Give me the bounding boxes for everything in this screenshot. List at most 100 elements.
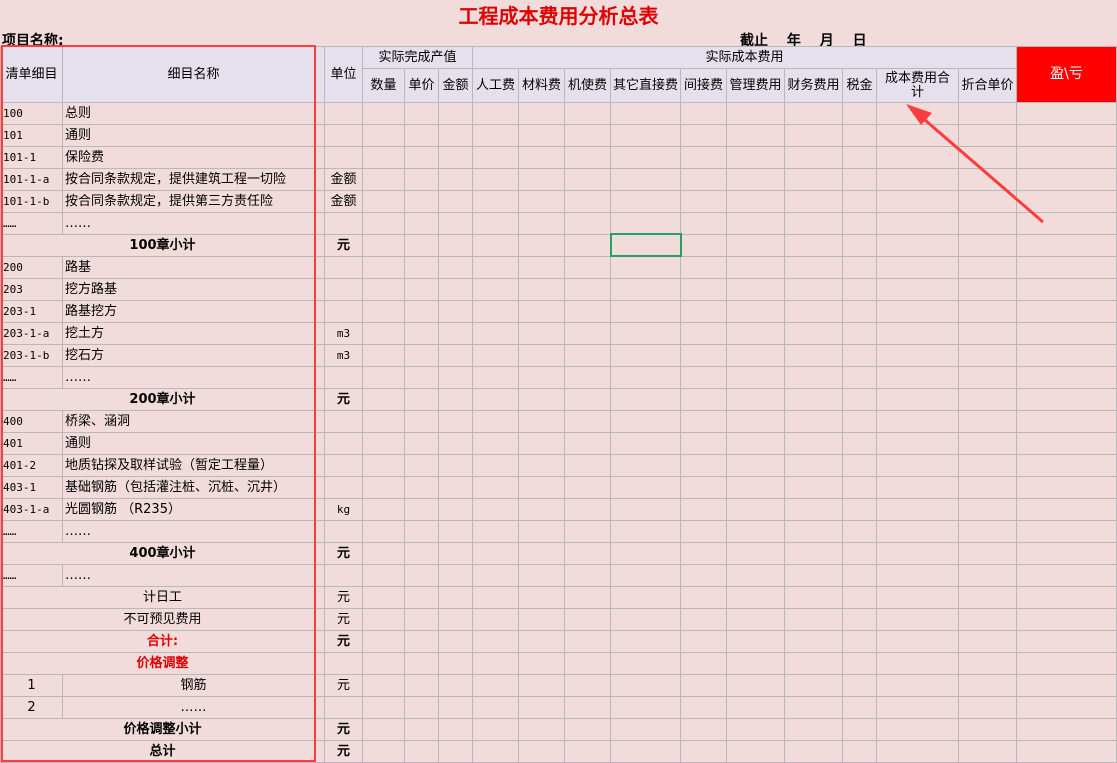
empty-cell[interactable]	[876, 322, 959, 345]
empty-cell[interactable]	[876, 520, 959, 543]
empty-cell[interactable]	[438, 718, 473, 741]
empty-cell[interactable]	[842, 586, 877, 609]
empty-cell[interactable]	[876, 564, 959, 587]
unit-cell[interactable]	[324, 454, 363, 477]
empty-cell[interactable]	[680, 476, 727, 499]
name-cell[interactable]: 基础钢筋（包括灌注桩、沉桩、沉井）	[62, 476, 325, 499]
empty-cell[interactable]	[518, 608, 565, 631]
empty-cell[interactable]	[610, 102, 681, 125]
header-sub[interactable]: 间接费	[680, 68, 727, 103]
empty-cell[interactable]	[1016, 586, 1117, 609]
empty-cell[interactable]	[680, 564, 727, 587]
empty-cell[interactable]	[564, 454, 611, 477]
empty-cell[interactable]	[842, 630, 877, 653]
empty-cell[interactable]	[518, 586, 565, 609]
empty-cell[interactable]	[726, 124, 785, 147]
empty-cell[interactable]	[472, 124, 519, 147]
empty-cell[interactable]	[362, 542, 405, 565]
empty-cell[interactable]	[784, 674, 843, 697]
empty-cell[interactable]	[958, 454, 1017, 477]
empty-cell[interactable]	[472, 432, 519, 455]
empty-cell[interactable]	[404, 410, 439, 433]
empty-cell[interactable]	[726, 454, 785, 477]
empty-cell[interactable]	[438, 168, 473, 191]
code-cell[interactable]: ……	[0, 366, 63, 389]
empty-cell[interactable]	[564, 674, 611, 697]
unit-cell[interactable]	[324, 366, 363, 389]
empty-cell[interactable]	[362, 652, 405, 675]
empty-cell[interactable]	[726, 278, 785, 301]
empty-cell[interactable]	[784, 212, 843, 235]
empty-cell[interactable]	[1016, 410, 1117, 433]
code-cell[interactable]: 403-1-a	[0, 498, 63, 521]
name-cell[interactable]: ……	[62, 366, 325, 389]
empty-cell[interactable]	[680, 718, 727, 741]
empty-cell[interactable]	[726, 498, 785, 521]
empty-cell[interactable]	[438, 674, 473, 697]
unit-cell[interactable]	[324, 300, 363, 323]
row-label-cell[interactable]: 价格调整	[0, 652, 325, 675]
empty-cell[interactable]	[876, 432, 959, 455]
empty-cell[interactable]	[404, 344, 439, 367]
unit-cell[interactable]: 元	[324, 388, 363, 411]
empty-cell[interactable]	[438, 542, 473, 565]
name-cell[interactable]: ……	[62, 564, 325, 587]
empty-cell[interactable]	[438, 366, 473, 389]
empty-cell[interactable]	[680, 586, 727, 609]
unit-cell[interactable]: 元	[324, 234, 363, 257]
empty-cell[interactable]	[472, 102, 519, 125]
empty-cell[interactable]	[610, 190, 681, 213]
empty-cell[interactable]	[564, 366, 611, 389]
empty-cell[interactable]	[362, 102, 405, 125]
empty-cell[interactable]	[784, 476, 843, 499]
empty-cell[interactable]	[404, 454, 439, 477]
empty-cell[interactable]	[1016, 520, 1117, 543]
empty-cell[interactable]	[726, 718, 785, 741]
row-label-cell[interactable]: 总计	[0, 740, 325, 763]
empty-cell[interactable]	[958, 652, 1017, 675]
empty-cell[interactable]	[1016, 388, 1117, 411]
empty-cell[interactable]	[1016, 564, 1117, 587]
empty-cell[interactable]	[876, 630, 959, 653]
row-label-cell[interactable]: 合计:	[0, 630, 325, 653]
header-sub[interactable]: 人工费	[472, 68, 519, 103]
empty-cell[interactable]	[958, 168, 1017, 191]
empty-cell[interactable]	[610, 652, 681, 675]
empty-cell[interactable]	[726, 630, 785, 653]
empty-cell[interactable]	[404, 586, 439, 609]
header-code[interactable]: 清单细目	[0, 46, 63, 103]
empty-cell[interactable]	[958, 366, 1017, 389]
empty-cell[interactable]	[958, 212, 1017, 235]
empty-cell[interactable]	[610, 388, 681, 411]
empty-cell[interactable]	[784, 520, 843, 543]
empty-cell[interactable]	[472, 190, 519, 213]
empty-cell[interactable]	[726, 476, 785, 499]
empty-cell[interactable]	[958, 146, 1017, 169]
empty-cell[interactable]	[438, 696, 473, 719]
header-sub[interactable]: 数量	[362, 68, 405, 103]
empty-cell[interactable]	[438, 322, 473, 345]
empty-cell[interactable]	[362, 388, 405, 411]
empty-cell[interactable]	[1016, 432, 1117, 455]
empty-cell[interactable]	[842, 102, 877, 125]
unit-cell[interactable]: m3	[324, 322, 363, 345]
empty-cell[interactable]	[610, 278, 681, 301]
empty-cell[interactable]	[610, 476, 681, 499]
empty-cell[interactable]	[1016, 256, 1117, 279]
empty-cell[interactable]	[472, 366, 519, 389]
empty-cell[interactable]	[1016, 124, 1117, 147]
empty-cell[interactable]	[564, 388, 611, 411]
empty-cell[interactable]	[564, 168, 611, 191]
empty-cell[interactable]	[958, 322, 1017, 345]
empty-cell[interactable]	[842, 564, 877, 587]
empty-cell[interactable]	[518, 344, 565, 367]
empty-cell[interactable]	[404, 718, 439, 741]
row-label-cell[interactable]: 不可预见费用	[0, 608, 325, 631]
empty-cell[interactable]	[472, 278, 519, 301]
empty-cell[interactable]	[472, 410, 519, 433]
code-cell[interactable]: 203	[0, 278, 63, 301]
empty-cell[interactable]	[876, 124, 959, 147]
empty-cell[interactable]	[680, 256, 727, 279]
header-profit-loss[interactable]: 盈\亏	[1016, 46, 1117, 103]
empty-cell[interactable]	[404, 652, 439, 675]
